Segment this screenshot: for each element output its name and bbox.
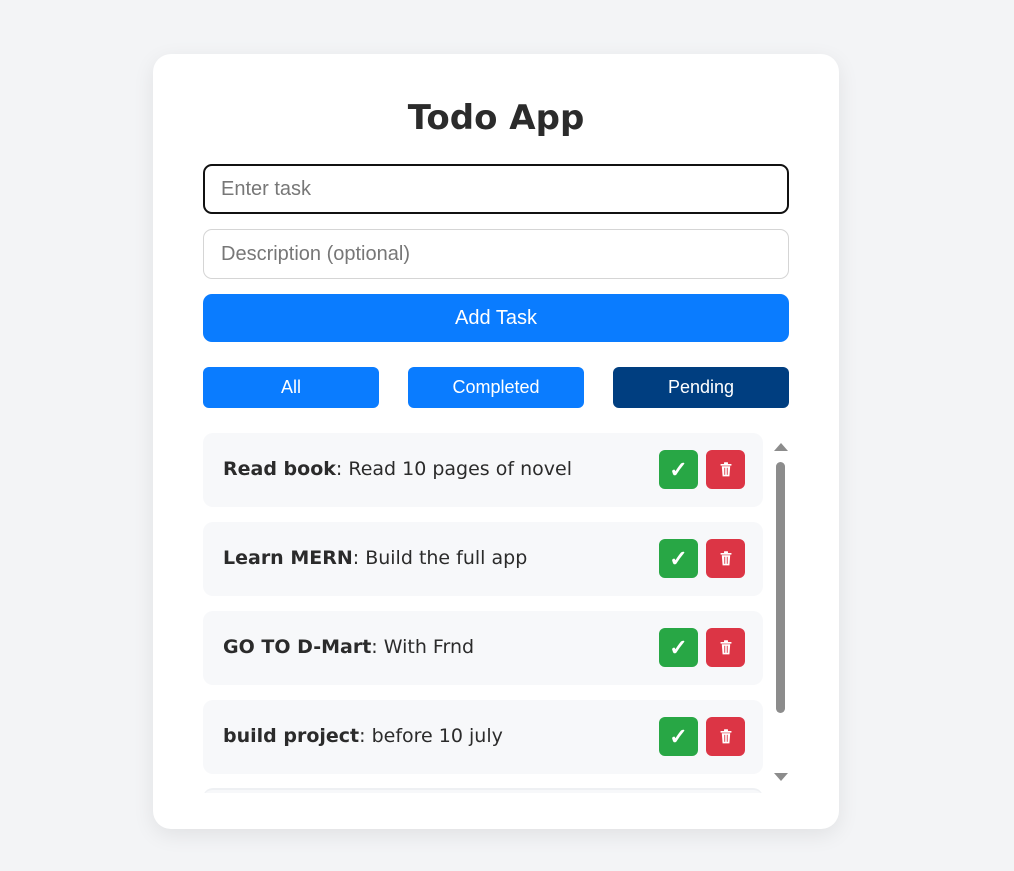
description-input[interactable] — [203, 229, 789, 279]
delete-button[interactable] — [706, 717, 745, 756]
delete-button[interactable] — [706, 450, 745, 489]
todo-item-partial — [203, 788, 763, 793]
todo-item: Learn MERN: Build the full app ✓ — [203, 522, 763, 596]
delete-button[interactable] — [706, 628, 745, 667]
filter-all-button[interactable]: All — [203, 367, 379, 408]
trash-icon — [720, 551, 731, 566]
todo-title: GO TO D-Mart — [223, 636, 372, 658]
check-icon: ✓ — [669, 634, 688, 660]
todo-text: Learn MERN: Build the full app — [223, 547, 527, 569]
todo-text: GO TO D-Mart: With Frnd — [223, 636, 474, 658]
task-input[interactable] — [203, 164, 789, 214]
complete-button[interactable]: ✓ — [659, 539, 698, 578]
todo-description: With Frnd — [383, 636, 475, 658]
todo-title: Read book — [223, 458, 336, 480]
complete-button[interactable]: ✓ — [659, 717, 698, 756]
todo-item: GO TO D-Mart: With Frnd ✓ — [203, 611, 763, 685]
filter-pending-button[interactable]: Pending — [613, 367, 789, 408]
todo-description: Build the full app — [365, 547, 528, 569]
trash-icon — [720, 729, 731, 744]
check-icon: ✓ — [669, 545, 688, 571]
todo-item: Read book: Read 10 pages of novel ✓ — [203, 433, 763, 507]
scroll-up-arrow-icon[interactable] — [774, 443, 788, 451]
todo-card: Todo App Add Task All Completed Pending … — [153, 54, 839, 829]
todo-separator: : — [359, 725, 372, 747]
page-title: Todo App — [407, 98, 585, 138]
check-icon: ✓ — [669, 456, 688, 482]
todo-description: Read 10 pages of novel — [348, 458, 572, 480]
todo-item: build project: before 10 july ✓ — [203, 700, 763, 774]
add-task-button[interactable]: Add Task — [203, 294, 789, 342]
list-scrollbar[interactable] — [772, 433, 789, 793]
complete-button[interactable]: ✓ — [659, 628, 698, 667]
todo-text: build project: before 10 july — [223, 725, 503, 747]
todo-separator: : — [352, 547, 366, 569]
todo-text: Read book: Read 10 pages of novel — [223, 458, 572, 480]
filter-completed-button[interactable]: Completed — [408, 367, 584, 408]
todo-separator: : — [335, 458, 349, 480]
todo-separator: : — [371, 636, 384, 658]
delete-button[interactable] — [706, 539, 745, 578]
complete-button[interactable]: ✓ — [659, 450, 698, 489]
todo-title: Learn MERN — [223, 547, 353, 569]
trash-icon — [720, 462, 731, 477]
todo-list: Read book: Read 10 pages of novel ✓ Lear… — [203, 433, 789, 793]
todo-description: before 10 july — [371, 725, 503, 747]
trash-icon — [720, 640, 731, 655]
check-icon: ✓ — [669, 723, 688, 749]
scrollbar-thumb[interactable] — [776, 462, 785, 713]
todo-title: build project — [223, 725, 360, 747]
scroll-down-arrow-icon[interactable] — [774, 773, 788, 781]
